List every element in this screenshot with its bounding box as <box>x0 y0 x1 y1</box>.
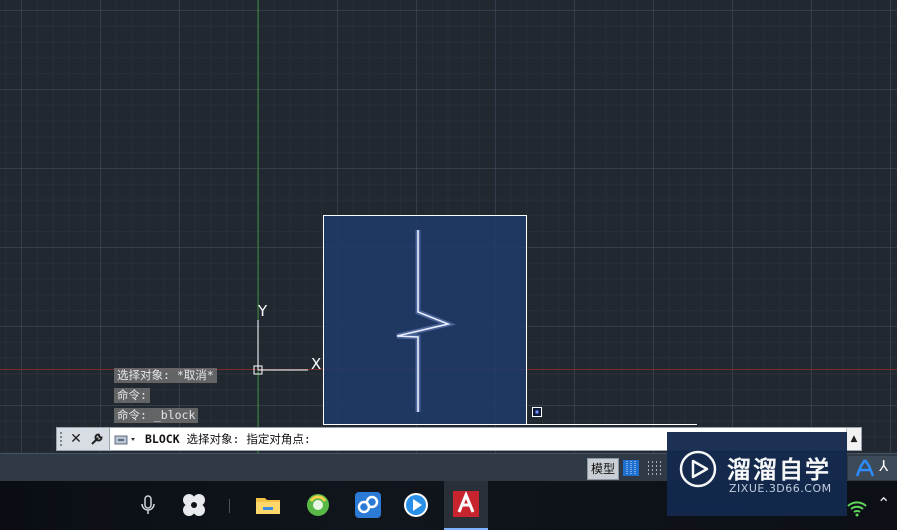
ucs-y-label: Y <box>257 302 268 320</box>
snap-mode-icon[interactable] <box>645 459 663 477</box>
system-tray-chevron-up-icon[interactable]: ⌃ <box>877 494 890 513</box>
command-input[interactable]: BLOCK 选择对象: 指定对角点: <box>145 428 311 450</box>
pinwheel-icon[interactable] <box>178 489 210 521</box>
command-history-line: 选择对象: *取消* <box>114 368 217 383</box>
command-line-toolbar: ✕ <box>57 428 110 450</box>
media-player-icon[interactable] <box>400 489 432 521</box>
ucs-icon <box>253 320 308 375</box>
watermark-subtitle: ZIXUE.3D66.COM <box>729 482 832 495</box>
ucs-x-label: X <box>311 355 321 373</box>
watermark-title: 溜溜自学 <box>727 456 831 484</box>
watermark: 溜溜自学 ZIXUE.3D66.COM <box>667 432 847 516</box>
microphone-icon[interactable] <box>132 489 164 521</box>
grip-handle-icon[interactable] <box>60 432 66 446</box>
model-tab[interactable]: 模型 <box>587 458 619 480</box>
command-history-line: 命令: <box>114 388 150 403</box>
annotation-tools: ⅄ <box>848 456 897 480</box>
wrench-icon <box>91 433 103 445</box>
autocad-icon <box>453 491 479 517</box>
watermark-logo-icon <box>679 450 717 488</box>
command-history-scroll-button[interactable]: ▲ <box>846 428 861 450</box>
command-prompt-text: 选择对象: 指定对角点: <box>179 432 311 446</box>
selection-window <box>323 215 527 425</box>
wifi-icon[interactable] <box>846 499 868 517</box>
browser-icon[interactable] <box>302 489 334 521</box>
drawing-canvas[interactable]: Y X <box>0 0 897 453</box>
close-command-line-button[interactable]: ✕ <box>67 429 85 449</box>
recent-commands-button[interactable] <box>114 432 140 451</box>
autocad-taskbar-button[interactable] <box>444 481 488 530</box>
customize-wrench-button[interactable] <box>88 429 106 449</box>
grid-display-icon[interactable] <box>622 459 640 477</box>
command-prompt-icon <box>114 435 135 445</box>
drawing-viewport[interactable]: Y X 选择对象: *取消* 命令: 命令: _block <box>0 0 897 453</box>
command-history-line: 命令: _block <box>114 408 199 423</box>
cursor-pickbox-center <box>535 410 539 414</box>
cloud-app-icon[interactable] <box>352 489 384 521</box>
file-explorer-icon[interactable] <box>252 489 284 521</box>
annotation-scale-icon[interactable] <box>855 458 875 478</box>
taskbar-divider <box>229 499 230 513</box>
command-name: BLOCK <box>145 432 180 446</box>
annotation-visibility-icon[interactable]: ⅄ <box>879 457 888 475</box>
